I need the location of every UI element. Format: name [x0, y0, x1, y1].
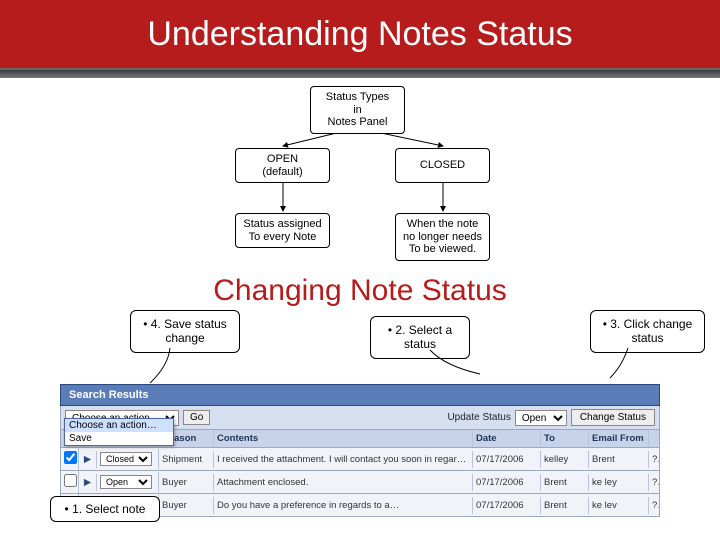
col-extra	[649, 436, 659, 442]
title-underline	[0, 70, 720, 78]
table-row[interactable]: ▶ Closed Shipment I received the attachm…	[60, 448, 660, 471]
slide-title-bar: Understanding Notes Status	[0, 0, 720, 70]
row-reason: Buyer	[159, 474, 214, 491]
callouts-row: • 4. Save statuschange • 2. Select astat…	[0, 308, 720, 378]
row-contents: Attachment enclosed.	[214, 474, 473, 491]
change-status-button[interactable]: Change Status	[571, 409, 655, 426]
row-date: 07/17/2006	[473, 451, 541, 468]
panel-header: Search Results	[60, 384, 660, 406]
row-reason: Buyer	[159, 497, 214, 514]
update-status-label: Update Status	[447, 412, 510, 423]
row-expand-icon[interactable]: ▶	[79, 451, 97, 468]
row-flag: ?	[649, 474, 659, 491]
row-flag: ?	[649, 451, 659, 468]
row-contents: I received the attachment. I will contac…	[214, 451, 473, 468]
row-flag: ?	[649, 497, 659, 514]
callout-step3: • 3. Click changestatus	[590, 310, 705, 353]
dropdown-item[interactable]: Choose an action…	[65, 419, 173, 432]
dropdown-item[interactable]: Save	[65, 432, 173, 445]
callout-step4: • 4. Save statuschange	[130, 310, 240, 353]
status-diagram: Status TypesinNotes Panel OPEN(default) …	[0, 78, 720, 268]
row-date: 07/17/2006	[473, 474, 541, 491]
row-from: Brent	[589, 451, 649, 468]
row-to: Brent	[541, 497, 589, 514]
col-date: Date	[473, 430, 541, 447]
row-expand-icon[interactable]: ▶	[79, 474, 97, 491]
col-from: Email From	[589, 430, 649, 447]
row-date: 07/17/2006	[473, 497, 541, 514]
diagram-root: Status TypesinNotes Panel	[310, 86, 405, 134]
callout-step2: • 2. Select astatus	[370, 316, 470, 359]
diagram-closed-desc: When the noteno longer needsTo be viewed…	[395, 213, 490, 261]
table-row[interactable]: ▶ Open Buyer Attachment enclosed. 07/17/…	[60, 471, 660, 494]
row-checkbox[interactable]	[64, 451, 77, 464]
row-status-select[interactable]: Closed	[100, 452, 152, 466]
row-from: ke lev	[589, 497, 649, 514]
row-checkbox[interactable]	[64, 474, 77, 487]
section-title: Changing Note Status	[0, 274, 720, 308]
row-status-select[interactable]: Open	[100, 475, 152, 489]
col-to: To	[541, 430, 589, 447]
row-reason: Shipment	[159, 451, 214, 468]
diagram-open: OPEN(default)	[235, 148, 330, 183]
diagram-closed: CLOSED	[395, 148, 490, 183]
go-button[interactable]: Go	[183, 410, 210, 425]
diagram-open-desc: Status assignedTo every Note	[235, 213, 330, 248]
row-to: kelley	[541, 451, 589, 468]
row-to: Brent	[541, 474, 589, 491]
slide-title: Understanding Notes Status	[147, 15, 572, 54]
col-contents: Contents	[214, 430, 473, 447]
row-from: ke ley	[589, 474, 649, 491]
callout-step1: • 1. Select note	[50, 496, 160, 522]
action-dropdown-overlay[interactable]: Choose an action… Save	[64, 418, 174, 446]
update-status-select[interactable]: Open	[515, 410, 567, 426]
row-contents: Do you have a preference in regards to a…	[214, 497, 473, 514]
